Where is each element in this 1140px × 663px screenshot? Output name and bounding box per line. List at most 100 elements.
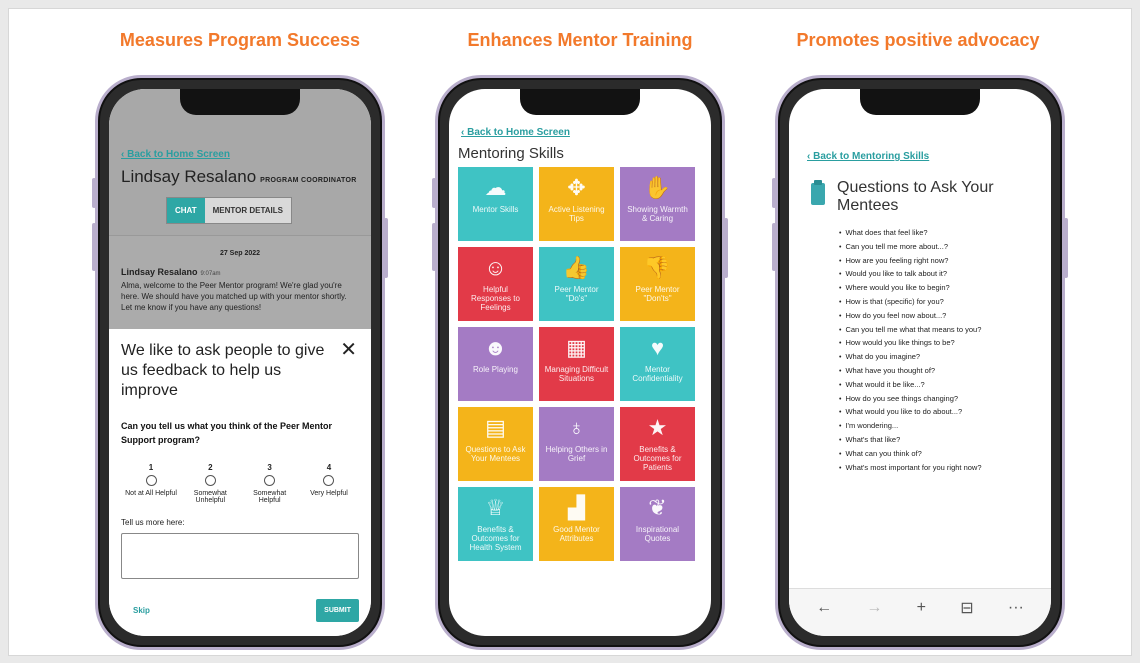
skill-tile[interactable]: ★ Benefits & Outcomes for Patients [620,407,695,481]
skill-tile[interactable]: ♥ Mentor Confidentiality [620,327,695,401]
star-icon: ★ [647,415,668,440]
skill-tile[interactable]: 👎 Peer Mentor "Don'ts" [620,247,695,321]
skip-button[interactable]: Skip [133,606,150,615]
feelings-icon: ☺ [484,255,507,280]
phone-notch [180,89,300,115]
page-title: Questions to Ask Your Mentees [837,179,994,214]
chat-header-area: ‹ Back to Home Screen Lindsay Resalano PR… [109,89,371,329]
feedback-sheet: We like to ask people to give us feedbac… [109,329,371,636]
skill-tile[interactable]: ❦ Inspirational Quotes [620,487,695,561]
message-text: Alma, welcome to the Peer Mentor program… [121,281,347,312]
browser-toolbar: ← → + ⊟ ··· [789,588,1051,636]
skill-tile-label: Inspirational Quotes [635,525,680,543]
radio-button[interactable] [264,475,276,486]
phone-mentoring-skills: ‹ Back to Home Screen Mentoring Skills ☁… [432,75,728,650]
skill-tile[interactable]: 👍 Peer Mentor "Do's" [539,247,614,321]
new-tab-icon[interactable]: + [917,599,926,617]
heading-measures: Measures Program Success [119,30,361,50]
survey-title: We like to ask people to give us feedbac… [121,342,325,399]
radio-button[interactable] [204,475,216,486]
tabs-icon[interactable]: ⊟ [960,598,973,618]
skill-tile[interactable]: ✋ Showing Warmth & Caring [620,167,695,241]
heart-icon: ♥ [650,335,665,360]
radio-button[interactable] [323,475,335,486]
rating-number: 3 [267,463,272,472]
question-item: I'm wondering... [839,420,982,434]
back-arrow-icon[interactable]: ← [816,599,832,617]
radio-button[interactable] [145,475,157,486]
phone-feedback-screen: ‹ Back to Home Screen Lindsay Resalano PR… [109,89,371,636]
wings-icon: ❦ [648,495,667,520]
question-item: What have you thought of? [839,365,982,379]
skill-tile[interactable]: ♕ Benefits & Outcomes for Health System [458,487,533,561]
brain-icon: ☁ [484,175,507,200]
chat-tabs: CHAT MENTOR DETAILS [166,197,292,224]
question-item: How do you see things changing? [839,393,982,407]
thumbs-down-icon: 👎 [643,255,672,280]
thumbs-up-icon: 👍 [562,255,591,280]
skill-tile-label: Good Mentor Attributes [553,525,600,543]
message-sender: Lindsay Resalano 9:07am [121,267,359,277]
survey-question: Can you tell us what you think of the Pe… [121,421,333,445]
feedback-textarea[interactable] [121,533,359,579]
hand-heart-icon: ✋ [643,175,672,200]
question-item: Would you like to talk about it? [839,268,982,282]
back-to-home-link[interactable]: ‹ Back to Home Screen [461,127,570,138]
phone-feedback: ‹ Back to Home Screen Lindsay Resalano PR… [92,75,388,650]
rating-option-2[interactable]: 2 Somewhat Unhelpful [182,463,238,504]
submit-button[interactable]: SUBMIT [316,599,359,622]
phone-notch [860,89,980,115]
question-item: What would you like to do about...? [839,406,982,420]
award-icon: ♕ [485,495,506,520]
question-item: How is that (specific) for you? [839,296,982,310]
close-icon[interactable]: ✕ [340,337,357,362]
clipboard-icon: ▤ [485,415,506,440]
rating-number: 2 [208,463,213,472]
chat-messages: 27 Sep 2022 Lindsay Resalano 9:07am Alma,… [109,235,371,329]
skill-tile[interactable]: ✥ Active Listening Tips [539,167,614,241]
questions-list: What does that feel like?Can you tell me… [839,227,982,475]
skill-tile[interactable]: ▦ Managing Difficult Situations [539,327,614,401]
rating-label: Somewhat Unhelpful [193,490,227,504]
skill-tile[interactable]: ♁ Helping Others in Grief [539,407,614,481]
skill-tile[interactable]: ▤ Questions to Ask Your Mentees [458,407,533,481]
tab-chat[interactable]: CHAT [167,198,205,223]
back-to-mentoring-skills-link[interactable]: ‹ Back to Mentoring Skills [807,151,929,162]
coordinator-name: Lindsay Resalano PROGRAM COORDINATOR [121,167,357,187]
skill-tile-label: Helpful Responses to Feelings [471,285,520,312]
skill-tile-label: Managing Difficult Situations [544,365,609,383]
tell-more-label: Tell us more here: [121,518,185,527]
forward-arrow-icon[interactable]: → [866,599,882,617]
message-time: 9:07am [200,271,221,277]
skill-tile-label: Benefits & Outcomes for Patients [633,445,682,472]
skill-tile[interactable]: ☻ Role Playing [458,327,533,401]
more-menu-icon[interactable]: ··· [1008,599,1024,617]
listening-icon: ✥ [567,175,586,200]
question-item: How do you feel now about...? [839,310,982,324]
question-item: What would it be like...? [839,379,982,393]
rating-option-3[interactable]: 3 Somewhat Helpful [242,463,298,504]
coordinator-name-text: Lindsay Resalano [121,167,257,186]
steps-icon: ▟ [568,495,585,520]
rating-number: 4 [326,463,332,472]
survey-actions: Skip SUBMIT [121,599,359,622]
skill-tile-label: Peer Mentor "Don'ts" [635,285,680,303]
skill-tile[interactable]: ☁ Mentor Skills [458,167,533,241]
phone-questions-screen: ‹ Back to Mentoring Skills Questions to … [789,89,1051,636]
heading-enhances: Enhances Mentor Training [467,30,693,50]
skill-tile-label: Benefits & Outcomes for Health System [469,525,522,552]
rating-label: Somewhat Helpful [253,490,287,504]
page-title: Mentoring Skills [458,145,564,162]
rating-option-4[interactable]: 4 Very Helpful [301,463,357,504]
skill-tile[interactable]: ▟ Good Mentor Attributes [539,487,614,561]
skill-tile[interactable]: ☺ Helpful Responses to Feelings [458,247,533,321]
maze-icon: ▦ [566,335,587,360]
tab-mentor-details[interactable]: MENTOR DETAILS [205,198,291,223]
skill-tile-label: Role Playing [473,365,518,374]
rating-label: Not at All Helpful [125,490,177,497]
questions-header: Questions to Ask Your Mentees [811,179,997,215]
back-to-home-link[interactable]: ‹ Back to Home Screen [121,149,230,160]
chat-date: 27 Sep 2022 [219,250,261,257]
question-item: What do you imagine? [839,351,982,365]
rating-option-1[interactable]: 1 Not at All Helpful [123,463,179,504]
